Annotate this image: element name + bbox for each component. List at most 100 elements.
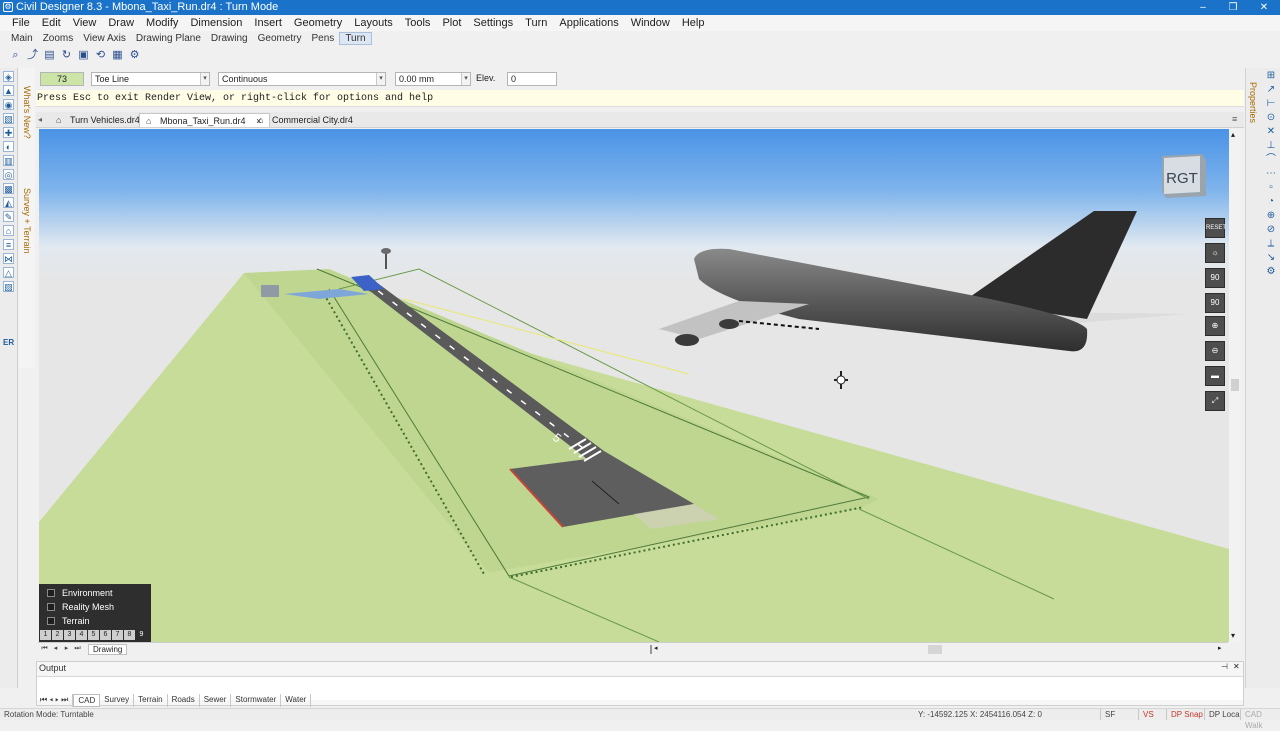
layer-button-7[interactable]: 7 [112, 630, 123, 640]
prev-sheet-icon[interactable]: ◂ [51, 644, 60, 654]
close-button[interactable]: ✕ [1249, 0, 1279, 15]
menu-modify[interactable]: Modify [140, 17, 184, 29]
menu-layouts[interactable]: Layouts [348, 17, 399, 29]
rotate-90-right-button[interactable]: 90 [1205, 293, 1225, 313]
rotate-90-left-button[interactable]: 90 [1205, 268, 1225, 288]
layer-button-4[interactable]: 4 [76, 630, 87, 640]
whats-new-tab[interactable]: What's New? [22, 86, 32, 139]
path-icon[interactable]: ⤴ [25, 48, 40, 62]
snap-intersection-icon[interactable]: ✕ [1265, 126, 1277, 138]
tool-icon-12[interactable]: ⌂ [3, 225, 14, 236]
zoom-extents-icon[interactable]: ⤢ [1205, 391, 1225, 411]
menu-view[interactable]: View [67, 17, 103, 29]
sun-icon[interactable]: ☼ [1205, 243, 1225, 263]
snap-center-icon[interactable]: ⊙ [1265, 112, 1277, 124]
menu-turn[interactable]: Turn [519, 17, 553, 29]
layer-button-5[interactable]: 5 [88, 630, 99, 640]
snap-endpoint-icon[interactable]: ↗ [1265, 84, 1277, 96]
render-viewport[interactable]: 5 [39, 129, 1229, 642]
menu-window[interactable]: Window [625, 17, 676, 29]
first-sheet-icon[interactable]: ⏮ [40, 644, 49, 654]
status-vs-button[interactable]: VS [1138, 709, 1158, 720]
layer-button-8[interactable]: 8 [124, 630, 135, 640]
toolbar-tab-geometry[interactable]: Geometry [253, 33, 307, 44]
settings-icon[interactable]: ⚙ [127, 48, 142, 62]
menu-geometry[interactable]: Geometry [288, 17, 348, 29]
layer-checkbox[interactable] [47, 617, 55, 625]
module-tab-sewer[interactable]: Sewer [200, 694, 232, 707]
menu-edit[interactable]: Edit [36, 17, 67, 29]
layer-button-2[interactable]: 2 [52, 630, 63, 640]
last-sheet-icon[interactable]: ⏭ [73, 644, 82, 654]
vertical-scrollbar[interactable]: ▴ ▾ [1229, 129, 1241, 642]
snap-nearest-icon[interactable]: ⋯ [1265, 168, 1277, 180]
layer-checkbox[interactable] [47, 603, 55, 611]
output-pin-button[interactable]: ⊣ [1221, 662, 1228, 671]
nav-cube[interactable]: RGT [1160, 152, 1208, 198]
snap-polar-icon[interactable]: ⊘ [1265, 224, 1277, 236]
menu-insert[interactable]: Insert [248, 17, 288, 29]
color-field[interactable]: 73 [40, 72, 84, 86]
snap-node-icon[interactable]: ▫ [1265, 182, 1277, 194]
elev-field[interactable]: 0 [507, 72, 557, 86]
chevron-left-icon[interactable]: ◂ [38, 115, 48, 124]
vehicle-icon[interactable]: ▤ [42, 48, 57, 62]
toolbar-tab-turn[interactable]: Turn [339, 31, 372, 45]
module-tab-stormwater[interactable]: Stormwater [231, 694, 282, 707]
sheet-tab-drawing[interactable]: Drawing [88, 644, 128, 655]
snap-grid-icon[interactable]: ⊕ [1265, 210, 1277, 222]
snap-extension-icon[interactable]: ↘ [1265, 252, 1277, 264]
next-sheet-icon[interactable]: ▸ [62, 644, 71, 654]
module-tab-survey[interactable]: Survey [100, 694, 135, 707]
snap-perpendicular-icon[interactable]: ⊥ [1265, 140, 1277, 152]
tab-list-icon[interactable]: ≡ [1232, 114, 1237, 124]
menu-help[interactable]: Help [676, 17, 711, 29]
module-tab-cad[interactable]: CAD [73, 694, 101, 707]
toolbar-tab-main[interactable]: Main [6, 33, 38, 44]
width-select[interactable]: 0.00 mm ▾ [395, 72, 471, 86]
select-vehicle-icon[interactable]: ⌕ [8, 48, 23, 62]
tool-icon-6[interactable]: ◐ [3, 141, 14, 152]
properties-tab[interactable]: Properties [1248, 82, 1258, 123]
tool-icon-8[interactable]: ◎ [3, 169, 14, 180]
module-tab-water[interactable]: Water [281, 694, 312, 707]
menu-applications[interactable]: Applications [553, 17, 624, 29]
layer-button-3[interactable]: 3 [64, 630, 75, 640]
layer-row-terrain[interactable]: Terrain [47, 615, 90, 627]
report-icon[interactable]: ▦ [110, 48, 125, 62]
zoom-in-icon[interactable]: ⊕ [1205, 316, 1225, 336]
scroll-thumb[interactable] [1231, 379, 1239, 391]
tool-icon-15[interactable]: △ [3, 267, 14, 278]
scroll-right-icon[interactable]: ▸ [1218, 644, 1222, 652]
scroll-up-icon[interactable]: ▴ [1231, 130, 1235, 139]
scroll-down-icon[interactable]: ▾ [1231, 631, 1235, 640]
layer-row-reality-mesh[interactable]: Reality Mesh [47, 601, 114, 613]
snap-tangent-icon[interactable]: ⌒ [1265, 154, 1277, 166]
minimize-button[interactable]: – [1188, 0, 1218, 15]
snap-track-icon[interactable]: ⟂ [1265, 238, 1277, 250]
horizontal-scroll-thumb[interactable] [928, 645, 942, 654]
menu-dimension[interactable]: Dimension [184, 17, 248, 29]
pan-icon[interactable]: ▬ [1205, 366, 1225, 386]
envelope-icon[interactable]: ⟲ [93, 48, 108, 62]
layer-row-environment[interactable]: Environment [47, 587, 113, 599]
status-sf-button[interactable]: SF [1100, 709, 1119, 720]
snap-quadrant-icon[interactable]: ◔ [1265, 196, 1277, 208]
survey-terrain-tab[interactable]: Survey + Terrain [22, 188, 32, 254]
tool-icon-11[interactable]: ✎ [3, 211, 14, 222]
menu-plot[interactable]: Plot [436, 17, 467, 29]
tool-icon-14[interactable]: ⋈ [3, 253, 14, 264]
doc-tab-mbona-taxi-run[interactable]: ⌂ Mbona_Taxi_Run.dr4 × [139, 113, 271, 127]
toolbar-tab-pens[interactable]: Pens [307, 33, 340, 44]
module-tab-terrain[interactable]: Terrain [134, 694, 168, 707]
tool-icon-10[interactable]: ◭ [3, 197, 14, 208]
toolbar-tab-drawing-plane[interactable]: Drawing Plane [131, 33, 206, 44]
snap-settings-icon[interactable]: ⚙ [1265, 266, 1277, 278]
layer-button-1[interactable]: 1 [40, 630, 51, 640]
layer-button-6[interactable]: 6 [100, 630, 111, 640]
menu-draw[interactable]: Draw [102, 17, 140, 29]
reset-view-button[interactable]: RESET [1205, 218, 1226, 238]
module-nav-first-icon[interactable]: ⏮ ◂ ▸ ⏭ [36, 694, 74, 707]
tool-icon-9[interactable]: ▩ [3, 183, 14, 194]
style-select[interactable]: Continuous ▾ [218, 72, 386, 86]
